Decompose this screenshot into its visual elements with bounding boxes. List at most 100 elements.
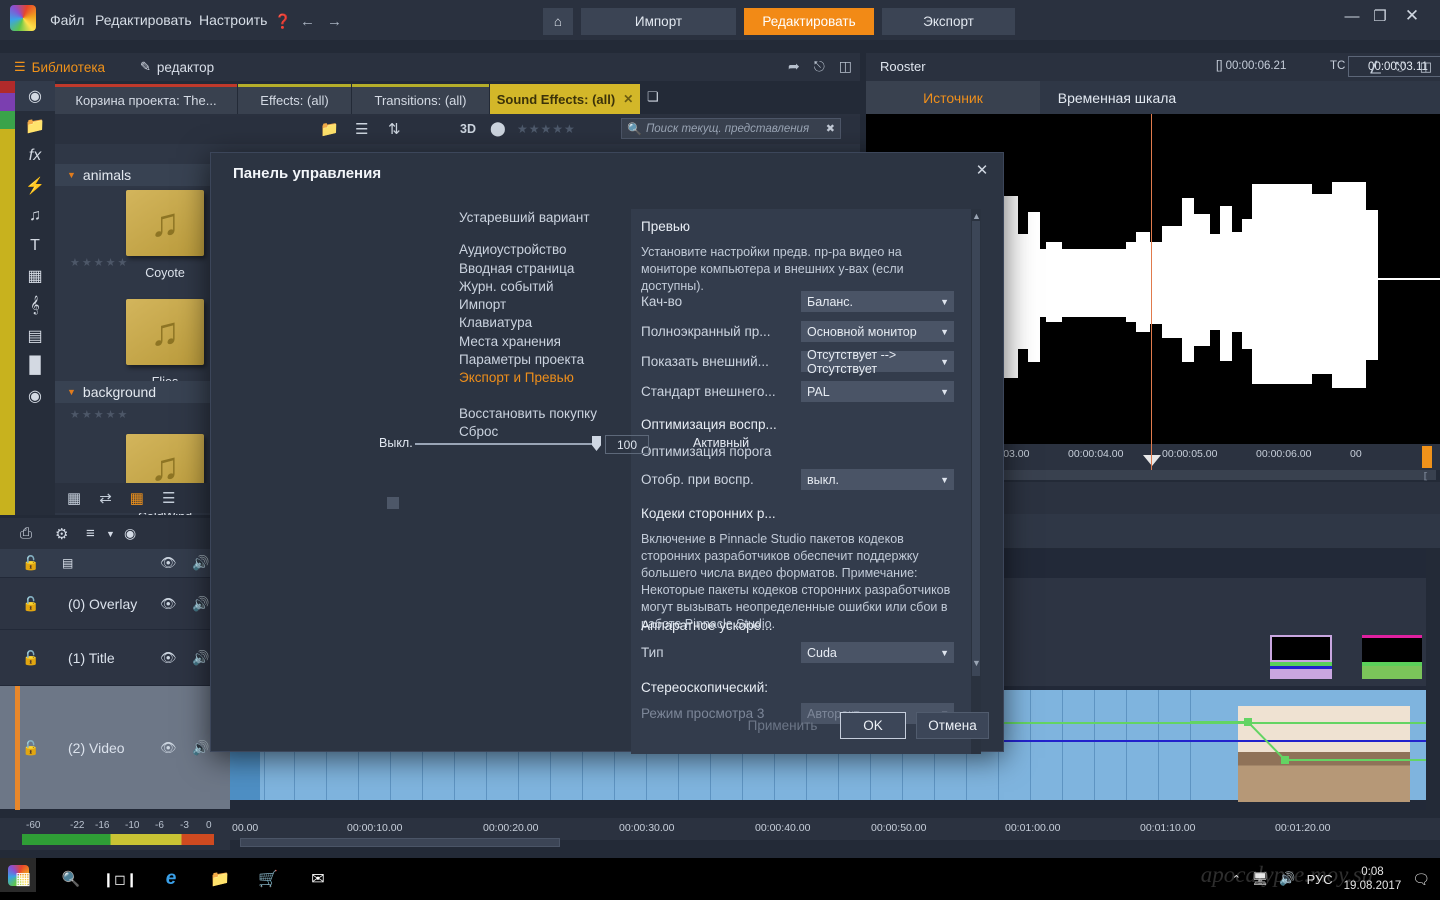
popout-icon[interactable]: ⎳ [1370,59,1381,75]
timeline-ruler[interactable]: 00.00 00:00:10.00 00:00:20.00 00:00:30.0… [230,818,1440,840]
lock-open-icon[interactable]: 🔓 [22,739,39,756]
search-icon[interactable]: 🔍 [60,868,82,890]
disc-icon[interactable]: ◉ [124,525,136,542]
rail-icon-montage[interactable]: ▦ [15,261,55,291]
library-item-thumbnail[interactable]: ♫ [126,299,204,365]
rail-icon-fx[interactable]: fx [15,141,55,171]
nav-item-export-preview[interactable]: Экспорт и Превью [459,369,629,387]
window-maximize-button[interactable]: ❐ [1366,4,1394,28]
lock-open-icon[interactable]: 🔓 [22,555,39,572]
scroll-grip-icon[interactable]: ⟦ [1424,471,1428,482]
scroll-up-icon[interactable]: ▲ [972,211,981,221]
tab-library[interactable]: ☰ Библиотека [14,53,105,81]
chevron-up-icon[interactable]: ⌃ [1232,873,1241,886]
rail-icon-treble-clef[interactable]: 𝄞 [15,291,55,321]
help-icon[interactable]: ❓ [274,13,291,30]
item-rating-stars[interactable]: ★★★★★ [70,408,129,421]
nav-item-project-params[interactable]: Параметры проекта [459,351,629,369]
network-icon[interactable]: 🖥 [1252,871,1269,887]
ok-button[interactable]: OK [840,712,906,739]
nav-item-welcome-page[interactable]: Вводная страница [459,260,629,278]
menu-file[interactable]: Файл [50,12,84,28]
rail-icon-media-reel[interactable]: ◉ [15,81,55,111]
layout-icon[interactable]: ◫ [1420,59,1432,75]
speaker-icon[interactable]: 🔊 [192,555,209,572]
apply-button[interactable]: Применить [735,712,830,739]
stack-icon[interactable]: ▦ [67,489,81,507]
tag-icon[interactable]: ⬤ [490,120,506,137]
speaker-icon[interactable]: 🔊 [192,595,209,612]
rail-icon-folders[interactable]: 📁 [15,111,55,141]
preview-playhead-handle[interactable] [1143,455,1161,466]
settings-gear-icon[interactable]: ⚙ [55,525,68,543]
menu-edit[interactable]: Редактировать [95,12,192,28]
layout-icon[interactable]: ◫ [839,58,852,75]
rail-icon-keyboard[interactable]: ▤ [15,321,55,351]
tab-source[interactable]: Источник [866,81,1040,114]
volume-keyframes[interactable] [1190,714,1426,784]
edge-icon[interactable]: e [160,868,182,890]
details-view-icon[interactable]: ☰ [162,489,175,507]
search-input[interactable]: 🔍 Поиск текущ. представления ✖ [621,118,841,139]
rail-icon-title-text[interactable]: T [15,231,55,261]
rail-icon-lightning[interactable]: ⚡ [15,171,55,201]
chevron-down-icon[interactable]: ▼ [106,529,115,539]
rail-icon-waveform[interactable]: █ [15,351,55,381]
refresh-icon[interactable]: ⇄ [99,489,112,507]
panel-tab-project-bin[interactable]: Корзина проекта: The... [55,84,237,114]
menu-setup[interactable]: Настроить [199,12,267,28]
dropdown-hwaccel-type[interactable]: Cuda ▼ [801,642,954,663]
language-indicator[interactable]: РУС [1307,872,1333,887]
start-icon[interactable]: ▦ [12,868,34,890]
panel-tab-sound-effects[interactable]: Sound Effects: (all) ✕ [490,84,640,114]
speaker-icon[interactable]: 🔊 [192,649,209,666]
track-header-master[interactable]: 🔓 ▤ 👁 🔊 [0,549,230,578]
dropdown-external-display[interactable]: Отсутствует --> Отсутствует ▼ [801,351,954,372]
rail-icon-music-note[interactable]: ♫ [15,201,55,231]
timeline-horizontal-scrollbar[interactable] [236,838,1436,848]
lock-open-icon[interactable]: 🔓 [22,595,39,612]
eye-icon[interactable]: 👁 [160,740,177,756]
undo-arrow-icon[interactable]: ← [300,13,315,30]
nav-item-storage[interactable]: Места хранения [459,333,629,351]
window-minimize-button[interactable]: — [1338,4,1366,28]
lock-open-icon[interactable]: 🔓 [22,649,39,666]
nav-item-event-log[interactable]: Журн. событий [459,278,629,296]
close-icon[interactable]: ✕ [623,92,633,106]
eye-icon[interactable]: 👁 [160,555,177,571]
threshold-value-field[interactable]: 100 [605,435,649,454]
dropdown-render-playback[interactable]: выкл. ▼ [801,469,954,490]
clock[interactable]: 0:08 19.08.2017 [1344,865,1402,893]
rating-stars[interactable]: ★★★★★ [517,122,576,136]
file-explorer-icon[interactable]: 📁 [209,868,231,890]
notification-icon[interactable]: 🗨 [1412,871,1430,888]
timeline-clip-title-2[interactable] [1362,635,1422,679]
dropdown-external-standard[interactable]: PAL ▼ [801,381,954,402]
share-icon[interactable]: ➦ [788,58,800,75]
track-header-title[interactable]: 🔓 (1) Title 👁 🔊 [0,630,230,686]
list-view-icon[interactable]: ☰ [355,120,368,138]
home-button[interactable]: ⌂ [543,8,573,35]
export-button[interactable]: Экспорт [882,8,1015,35]
volume-icon[interactable]: 🔊 [1279,871,1295,887]
close-icon[interactable]: ✕ [971,159,993,181]
panel-tab-effects[interactable]: Effects: (all) [238,84,351,114]
threshold-slider-track[interactable] [415,443,595,445]
codecs-checkbox[interactable] [387,497,399,509]
tab-editor[interactable]: ✎ редактор [140,53,214,81]
dropdown-fullscreen[interactable]: Основной монитор ▼ [801,321,954,342]
detach-icon[interactable]: ⎋ [1395,59,1405,75]
eye-icon[interactable]: 👁 [160,596,177,612]
import-button[interactable]: Импорт [581,8,736,35]
badge-3d[interactable]: 3D [460,122,476,136]
preview-end-marker[interactable] [1422,446,1432,468]
clear-icon[interactable]: ✖ [826,122,835,135]
preview-playhead[interactable] [1151,114,1152,444]
eye-icon[interactable]: 👁 [160,650,177,666]
track-level-icon[interactable]: ≡ [86,525,95,542]
detach-icon[interactable]: ⎋ [814,58,825,75]
nav-item-audio-device[interactable]: Аудиоустройство [459,241,629,259]
sort-icon[interactable]: ⇅ [388,120,401,138]
rail-icon-disc[interactable]: ◉ [15,381,55,411]
timeline-clip-title-1[interactable] [1270,635,1332,679]
